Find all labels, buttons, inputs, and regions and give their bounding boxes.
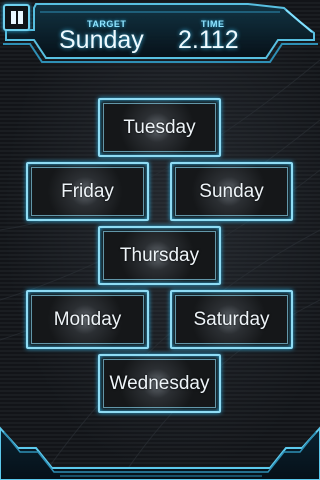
day-button-label: Thursday <box>119 245 200 266</box>
day-button-label: Monday <box>53 309 122 330</box>
day-button-monday[interactable]: Monday <box>26 290 149 349</box>
time-value: 2.112 <box>178 26 239 54</box>
hud-frame <box>3 3 318 63</box>
day-button-label: Saturday <box>193 309 270 330</box>
day-button-label: Friday <box>61 181 114 202</box>
target-value: Sunday <box>59 26 144 54</box>
day-button-sunday[interactable]: Sunday <box>170 162 293 221</box>
day-button-label: Wednesday <box>109 373 210 394</box>
day-button-wednesday[interactable]: Wednesday <box>98 354 221 413</box>
day-button-label: Sunday <box>199 181 264 202</box>
day-button-label: Tuesday <box>123 117 196 138</box>
pause-icon <box>11 11 16 24</box>
pause-button[interactable] <box>3 4 30 31</box>
day-button-friday[interactable]: Friday <box>26 162 149 221</box>
bottom-frame <box>0 426 320 480</box>
day-button-tuesday[interactable]: Tuesday <box>98 98 221 157</box>
pause-icon-bar <box>18 11 23 24</box>
game-screen: TARGET TIME Sunday 2.112 Tuesday Friday … <box>0 0 320 480</box>
day-button-saturday[interactable]: Saturday <box>170 290 293 349</box>
day-button-thursday[interactable]: Thursday <box>98 226 221 285</box>
